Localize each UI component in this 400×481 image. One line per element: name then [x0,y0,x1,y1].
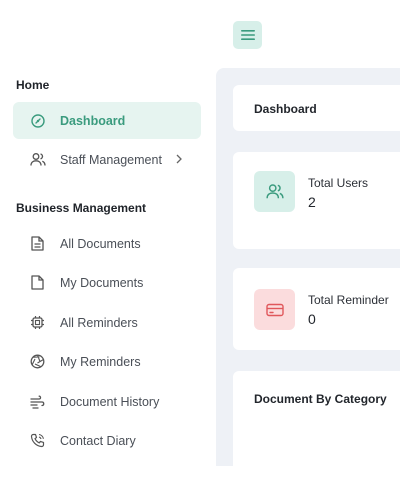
sidebar-item-my-reminders[interactable]: My Reminders [13,343,201,380]
sidebar-item-label: Staff Management [60,152,162,167]
sidebar-section-business: Business Management [16,201,147,215]
document-lines-icon [29,235,46,252]
page-title: Dashboard [254,102,317,116]
users-icon [254,171,295,212]
sidebar-item-my-documents[interactable]: My Documents [13,264,201,301]
sidebar-item-label: Contact Diary [60,433,136,448]
main-content: Dashboard Total Users 2 Total Reminder 0… [216,68,400,481]
header-card: Dashboard [233,85,400,131]
sidebar: Home Dashboard Staff Management Business… [0,68,216,466]
credit-card-icon [254,289,295,330]
phone-icon [29,432,46,449]
stat-card-total-reminder: Total Reminder 0 [233,268,400,350]
chevron-right-icon [175,152,183,170]
stat-value: 2 [308,194,316,210]
sidebar-item-all-documents[interactable]: All Documents [13,225,201,262]
sidebar-item-contact-diary[interactable]: Contact Diary [13,422,201,459]
sidebar-section-home: Home [16,78,50,92]
sidebar-item-label: Dashboard [60,113,126,128]
sidebar-item-label: My Documents [60,275,144,290]
sidebar-item-label: All Documents [60,236,141,251]
stat-value: 0 [308,311,316,327]
document-by-category-card: Document By Category [233,371,400,481]
aperture-icon [29,353,46,370]
sidebar-item-label: All Reminders [60,315,138,330]
sidebar-item-label: My Reminders [60,354,141,369]
dashboard-gauge-icon [29,112,46,129]
sidebar-item-all-reminders[interactable]: All Reminders [13,304,201,341]
history-wind-icon [29,393,46,410]
hamburger-menu-button[interactable] [233,21,262,49]
sidebar-item-dashboard[interactable]: Dashboard [13,102,201,139]
category-card-title: Document By Category [254,392,387,406]
top-bar [0,0,400,68]
chip-icon [29,314,46,331]
document-icon [29,274,46,291]
users-icon [29,151,46,168]
stat-card-total-users: Total Users 2 [233,152,400,249]
hamburger-icon [240,30,255,40]
sidebar-item-document-history[interactable]: Document History [13,383,201,420]
sidebar-item-staff-management[interactable]: Staff Management [13,141,201,178]
stat-label: Total Reminder [308,293,389,307]
sidebar-item-label: Document History [60,394,160,409]
stat-label: Total Users [308,176,369,190]
